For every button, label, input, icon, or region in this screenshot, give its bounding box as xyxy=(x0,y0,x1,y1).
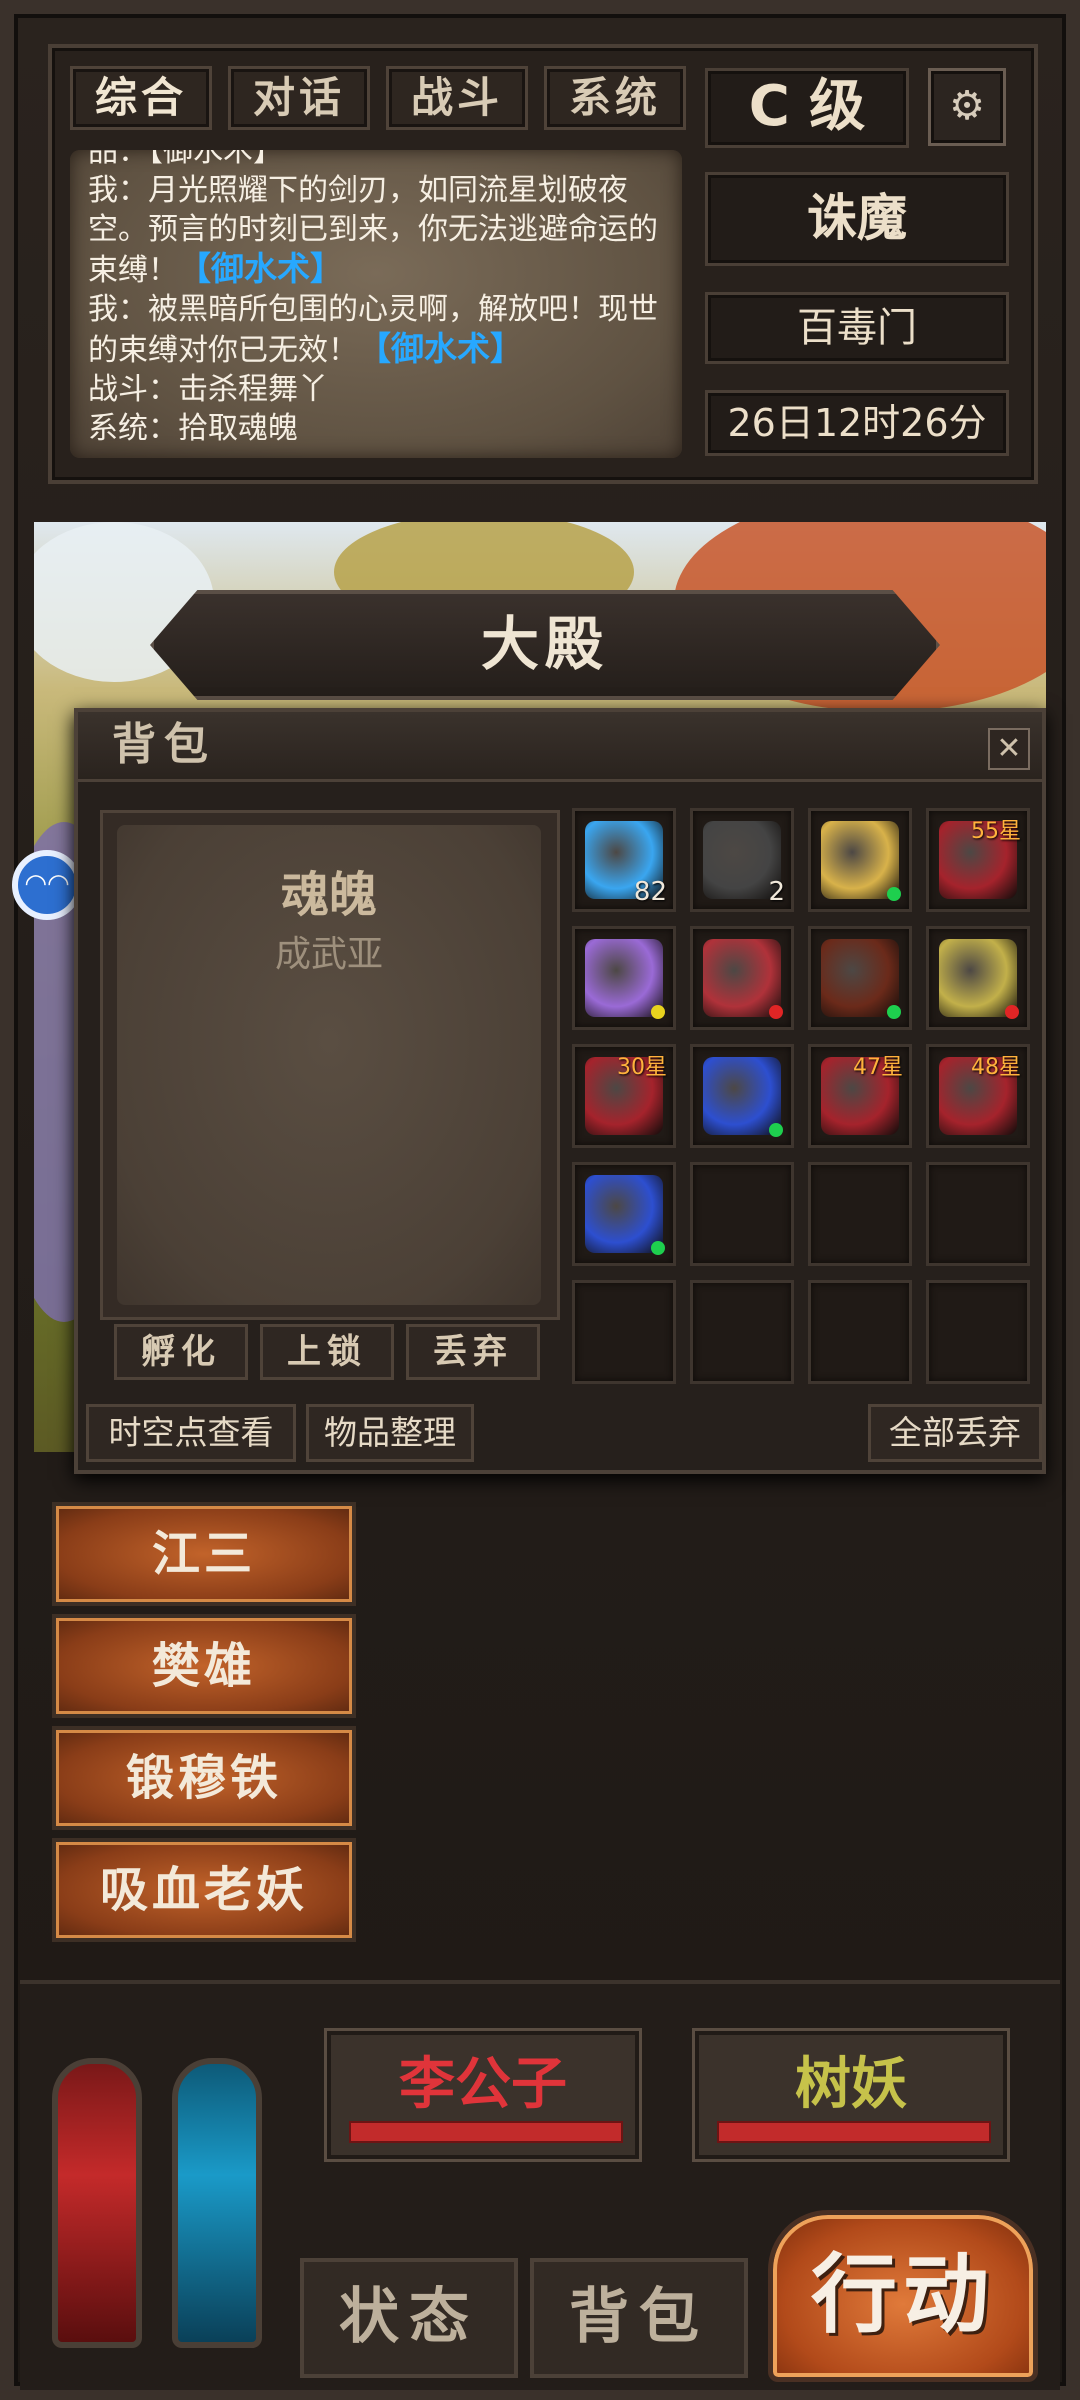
quality-dot xyxy=(769,1005,783,1019)
target-name: 树妖 xyxy=(795,2052,907,2117)
target-health-bar xyxy=(349,2121,623,2143)
hatch-button[interactable]: 孵化 xyxy=(114,1324,248,1380)
quest-button[interactable]: 诛魔 xyxy=(705,172,1009,266)
item-count: 2 xyxy=(768,877,785,907)
inventory-slot[interactable]: 82 xyxy=(572,808,676,912)
inventory-slot[interactable]: 2 xyxy=(690,808,794,912)
sword-icon xyxy=(821,939,899,1017)
action-button[interactable]: 行动 xyxy=(768,2210,1038,2382)
blue-flame-icon xyxy=(585,1175,663,1253)
inventory-slot[interactable] xyxy=(690,1162,794,1266)
sort-items-button[interactable]: 物品整理 xyxy=(306,1404,474,1462)
status-button[interactable]: 状态 xyxy=(300,2258,518,2378)
armor-icon xyxy=(703,939,781,1017)
item-star-level: 47星 xyxy=(853,1055,903,1080)
blue-flame-icon xyxy=(703,1057,781,1135)
tab-system[interactable]: 系统 xyxy=(544,66,686,130)
floating-assist-icon[interactable]: ◠◠ xyxy=(12,850,82,920)
item-detail-panel: 魂魄 成武亚 xyxy=(100,810,560,1320)
mana-orb xyxy=(172,2058,262,2348)
health-orb xyxy=(52,2058,142,2348)
quality-dot xyxy=(887,1005,901,1019)
log-line: 战斗：击杀程舞丫 xyxy=(88,372,328,407)
target-health-bar xyxy=(717,2121,991,2143)
log-line-cut: 品：【御水术】 xyxy=(88,150,283,169)
quality-dot xyxy=(1005,1005,1019,1019)
inventory-slot[interactable] xyxy=(808,808,912,912)
game-time: 26日12时26分 xyxy=(705,390,1009,456)
log-line: 我：月光照耀下的剑刃，如同流星划破夜空。预言的时刻已到来，你无法逃避命运的束缚！… xyxy=(88,173,658,288)
bag-button[interactable]: 背包 xyxy=(530,2258,748,2378)
quality-dot xyxy=(887,887,901,901)
inventory-slot[interactable] xyxy=(690,1280,794,1384)
gear-icon[interactable]: ⚙ xyxy=(928,68,1006,146)
item-star-level: 48星 xyxy=(971,1055,1021,1080)
spell-name: 【御水术】 xyxy=(358,329,523,368)
item-star-level: 55星 xyxy=(971,819,1021,844)
quality-dot xyxy=(651,1241,665,1255)
inventory-slot[interactable] xyxy=(926,926,1030,1030)
inventory-slot[interactable] xyxy=(926,1162,1030,1266)
inventory-slot[interactable] xyxy=(690,1044,794,1148)
target-card[interactable]: 树妖 xyxy=(692,2028,1010,2162)
inventory-slot[interactable] xyxy=(808,926,912,1030)
tab-battle[interactable]: 战斗 xyxy=(386,66,528,130)
sect-label: 百毒门 xyxy=(705,292,1009,364)
target-name: 李公子 xyxy=(399,2052,567,2117)
spellbook-icon xyxy=(585,939,663,1017)
item-owner: 成武亚 xyxy=(274,934,383,975)
log-line: 我：被黑暗所包围的心灵啊，解放吧！现世的束缚对你已无效！【御水术】 xyxy=(88,292,658,368)
close-icon[interactable]: ✕ xyxy=(988,728,1030,770)
inventory-slot[interactable] xyxy=(572,1280,676,1384)
inventory-slot[interactable]: 48星 xyxy=(926,1044,1030,1148)
portal-view-button[interactable]: 时空点查看 xyxy=(86,1404,296,1462)
item-star-level: 30星 xyxy=(617,1055,667,1080)
message-log[interactable]: 品：【御水术】 我：月光照耀下的剑刃，如同流星划破夜空。预言的时刻已到来，你无法… xyxy=(70,150,682,458)
npc-button[interactable]: 锻穆铁 xyxy=(52,1726,356,1830)
snake-icon xyxy=(939,939,1017,1017)
inventory-slot[interactable]: 47星 xyxy=(808,1044,912,1148)
inventory-slot[interactable] xyxy=(926,1280,1030,1384)
dish-icon xyxy=(821,821,899,899)
location-banner: 大殿 xyxy=(150,590,940,700)
inventory-slot[interactable] xyxy=(690,926,794,1030)
log-line: 系统：拾取魂魄 xyxy=(88,411,298,446)
npc-button[interactable]: 江三 xyxy=(52,1502,356,1606)
bag-window: 背包 ✕ 魂魄 成武亚 孵化 上锁 丢弃 82 2 55星 30星 47星 48星 时空点… xyxy=(74,708,1046,1474)
inventory-slot[interactable] xyxy=(572,926,676,1030)
npc-button[interactable]: 吸血老妖 xyxy=(52,1838,356,1942)
item-count: 82 xyxy=(633,877,667,907)
inventory-slot[interactable] xyxy=(808,1162,912,1266)
item-name: 魂魄 xyxy=(280,867,377,923)
quality-dot xyxy=(651,1005,665,1019)
inventory-slot[interactable]: 30星 xyxy=(572,1044,676,1148)
tab-dialog[interactable]: 对话 xyxy=(228,66,370,130)
item-detail-card: 魂魄 成武亚 xyxy=(117,825,541,1305)
rank-badge: C 级 xyxy=(705,68,909,148)
inventory-slot[interactable] xyxy=(808,1280,912,1384)
spell-name: 【御水术】 xyxy=(178,249,343,288)
quality-dot xyxy=(769,1123,783,1137)
npc-button[interactable]: 樊雄 xyxy=(52,1614,356,1718)
bag-title: 背包 xyxy=(78,712,1042,782)
discard-button[interactable]: 丢弃 xyxy=(406,1324,540,1380)
tab-all[interactable]: 综合 xyxy=(70,66,212,130)
lock-button[interactable]: 上锁 xyxy=(260,1324,394,1380)
discard-all-button[interactable]: 全部丢弃 xyxy=(868,1404,1042,1462)
inventory-slot[interactable] xyxy=(572,1162,676,1266)
target-card[interactable]: 李公子 xyxy=(324,2028,642,2162)
inventory-slot[interactable]: 55星 xyxy=(926,808,1030,912)
